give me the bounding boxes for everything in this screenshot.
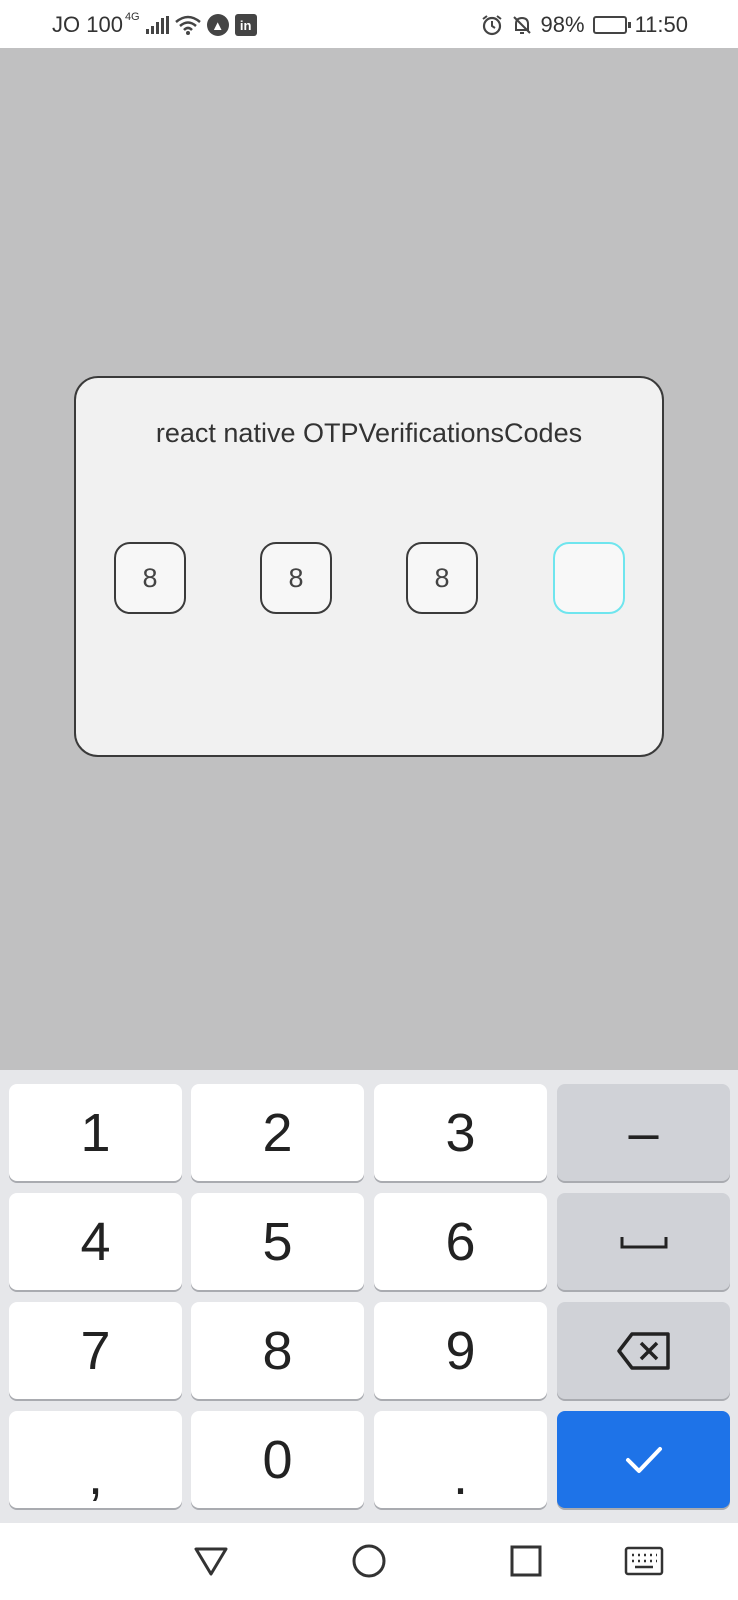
backspace-icon (616, 1331, 670, 1370)
numeric-keyboard: 1 2 3 – 4 5 6 7 8 9 , 0 . (0, 1070, 738, 1523)
key-minus[interactable]: – (557, 1084, 730, 1181)
otp-digit-1[interactable]: 8 (114, 542, 186, 614)
key-6[interactable]: 6 (374, 1193, 547, 1290)
battery-percent: 98% (540, 12, 585, 37)
otp-digit-3[interactable]: 8 (406, 542, 478, 614)
status-right: 98% 11:50 (481, 10, 688, 40)
keyboard-switch-icon[interactable] (624, 1543, 664, 1579)
key-2[interactable]: 2 (191, 1084, 364, 1181)
otp-input-row: 8 8 8 (76, 542, 662, 614)
app-icon: ▲ (206, 14, 229, 36)
mute-icon (512, 16, 531, 34)
clock: 11:50 (634, 12, 688, 37)
key-period-label: . (452, 1445, 468, 1506)
key-backspace[interactable] (557, 1302, 730, 1399)
home-icon[interactable] (349, 1543, 389, 1579)
otp-digit-2[interactable]: 8 (260, 542, 332, 614)
status-left: JO 100 4G ▲ in (52, 10, 257, 40)
otp-dialog: react native OTPVerificationsCodes 8 8 8 (74, 376, 664, 757)
key-period[interactable]: . (374, 1411, 547, 1508)
recents-icon[interactable] (506, 1543, 546, 1579)
key-4[interactable]: 4 (9, 1193, 182, 1290)
key-comma-label: , (87, 1445, 103, 1506)
carrier-label: JO 100 (52, 12, 123, 37)
signal-icon (145, 16, 169, 34)
otp-digit-4[interactable] (553, 542, 625, 614)
status-bar: JO 100 4G ▲ in 98% 11:50 (0, 0, 738, 48)
key-9[interactable]: 9 (374, 1302, 547, 1399)
back-icon[interactable] (191, 1543, 231, 1579)
battery-icon (592, 16, 631, 34)
key-0[interactable]: 0 (191, 1411, 364, 1508)
key-5[interactable]: 5 (191, 1193, 364, 1290)
dialog-title: react native OTPVerificationsCodes (155, 418, 583, 448)
checkmark-icon (625, 1446, 662, 1473)
key-enter[interactable] (557, 1411, 730, 1508)
key-comma[interactable]: , (9, 1411, 182, 1508)
key-3[interactable]: 3 (374, 1084, 547, 1181)
key-1[interactable]: 1 (9, 1084, 182, 1181)
navigation-bar (0, 1523, 738, 1600)
key-space[interactable] (557, 1193, 730, 1290)
key-7[interactable]: 7 (9, 1302, 182, 1399)
wifi-icon (174, 15, 201, 35)
network-type: 4G (124, 11, 140, 23)
linkedin-icon: in (234, 14, 257, 36)
key-8[interactable]: 8 (191, 1302, 364, 1399)
space-icon (620, 1236, 667, 1248)
alarm-icon (481, 15, 502, 36)
